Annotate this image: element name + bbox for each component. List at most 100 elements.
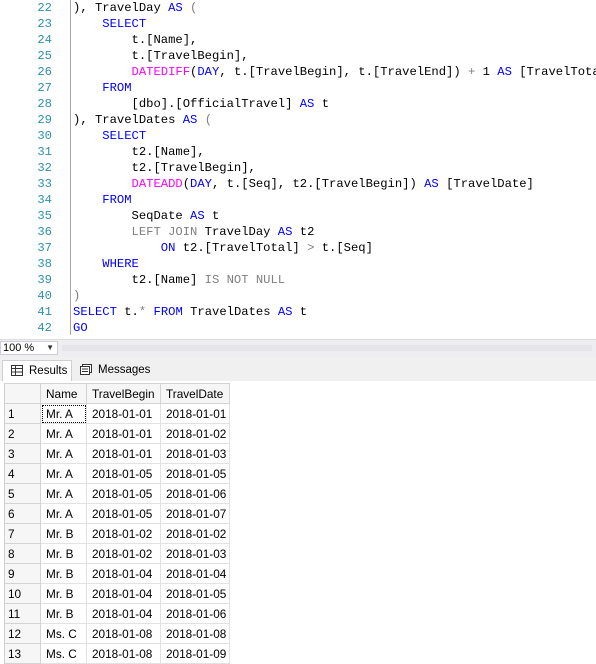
code-line[interactable]: 39 t2.[Name] IS NOT NULL — [0, 272, 596, 288]
zoom-dropdown[interactable]: 100 % ▼ — [0, 341, 58, 355]
tab-messages[interactable]: Messages — [72, 360, 154, 380]
table-row[interactable]: 13 Ms. C 2018-01-08 2018-01-09 — [4, 643, 230, 664]
code-line[interactable]: 24 t.[Name], — [0, 32, 596, 48]
grid-cell[interactable]: 2018-01-06 — [160, 483, 230, 504]
row-number-cell[interactable]: 6 — [4, 503, 41, 524]
table-row[interactable]: 10 Mr. B 2018-01-04 2018-01-05 — [4, 583, 230, 604]
code-line[interactable]: 35 SeqDate AS t — [0, 208, 596, 224]
code-line[interactable]: 32 t2.[TravelBegin], — [0, 160, 596, 176]
grid-cell[interactable]: Mr. A — [40, 443, 87, 464]
row-number-cell[interactable]: 7 — [4, 523, 41, 544]
chevron-down-icon[interactable]: ▼ — [46, 342, 54, 354]
row-number-cell[interactable]: 11 — [4, 603, 41, 624]
table-row[interactable]: 9 Mr. B 2018-01-04 2018-01-04 — [4, 563, 230, 584]
grid-cell[interactable]: 2018-01-05 — [86, 483, 161, 504]
sql-code-editor[interactable]: 22), TravelDay AS (23 SELECT 24 t.[Name],… — [0, 0, 596, 339]
row-number-cell[interactable]: 13 — [4, 643, 41, 664]
grid-cell[interactable]: 2018-01-04 — [86, 563, 161, 584]
code-line[interactable]: 40) — [0, 288, 596, 304]
grid-cell[interactable]: Mr. B — [40, 563, 87, 584]
code-line[interactable]: 31 t2.[Name], — [0, 144, 596, 160]
code-line[interactable]: 38 WHERE — [0, 256, 596, 272]
code-line[interactable]: 42 GO — [0, 320, 596, 336]
grid-cell[interactable]: Mr. B — [40, 603, 87, 624]
grid-cell[interactable]: 2018-01-07 — [160, 503, 230, 524]
row-number-cell[interactable]: 4 — [4, 463, 41, 484]
grid-cell[interactable]: 2018-01-03 — [160, 543, 230, 564]
horizontal-scrollbar[interactable] — [62, 345, 592, 351]
grid-cell[interactable]: 2018-01-09 — [160, 643, 230, 664]
code-line[interactable]: 41 SELECT t.* FROM TravelDates AS t — [0, 304, 596, 320]
table-row[interactable]: 8 Mr. B 2018-01-02 2018-01-03 — [4, 543, 230, 564]
row-number-cell[interactable]: 2 — [4, 423, 41, 444]
grid-cell[interactable]: Mr. A — [40, 463, 87, 484]
table-row[interactable]: 12 Ms. C 2018-01-08 2018-01-08 — [4, 623, 230, 644]
grid-cell[interactable]: 2018-01-02 — [86, 523, 161, 544]
code-line[interactable]: 37 ON t2.[TravelTotal] > t.[Seq] — [0, 240, 596, 256]
tab-results-label: Results — [29, 365, 68, 377]
line-number: 30 — [37, 129, 52, 143]
tab-results[interactable]: Results — [2, 360, 72, 381]
row-number-cell[interactable]: 12 — [4, 623, 41, 644]
grid-cell[interactable]: 2018-01-01 — [86, 403, 161, 424]
row-number-cell[interactable]: 3 — [4, 443, 41, 464]
grid-cell[interactable]: 2018-01-08 — [86, 643, 161, 664]
column-header-traveldate[interactable]: TravelDate — [160, 383, 230, 404]
code-line[interactable]: 33 DATEADD(DAY, t.[Seq], t2.[TravelBegin… — [0, 176, 596, 192]
code-line[interactable]: 34 FROM — [0, 192, 596, 208]
grid-cell[interactable]: 2018-01-05 — [160, 583, 230, 604]
table-row[interactable]: 7 Mr. B 2018-01-02 2018-01-02 — [4, 523, 230, 544]
grid-cell[interactable]: 2018-01-05 — [86, 503, 161, 524]
code-line[interactable]: 29), TravelDates AS ( — [0, 112, 596, 128]
grid-cell[interactable]: 2018-01-01 — [86, 443, 161, 464]
code-line[interactable]: 22), TravelDay AS ( — [0, 0, 596, 16]
grid-cell[interactable]: Mr. A — [40, 423, 87, 444]
code-line[interactable]: 27 FROM — [0, 80, 596, 96]
table-row[interactable]: 3 Mr. A 2018-01-01 2018-01-03 — [4, 443, 230, 464]
table-row[interactable]: 1 Mr. A 2018-01-01 2018-01-01 — [4, 403, 230, 424]
code-line[interactable]: 26 DATEDIFF(DAY, t.[TravelBegin], t.[Tra… — [0, 64, 596, 80]
column-header-travelbegin[interactable]: TravelBegin — [86, 383, 161, 404]
grid-cell[interactable]: 2018-01-05 — [160, 463, 230, 484]
grid-cell[interactable]: 2018-01-05 — [86, 463, 161, 484]
grid-cell[interactable]: Mr. B — [40, 523, 87, 544]
code-line[interactable]: 23 SELECT — [0, 16, 596, 32]
row-number-cell[interactable]: 5 — [4, 483, 41, 504]
grid-cell[interactable]: 2018-01-04 — [86, 603, 161, 624]
row-number-cell[interactable]: 9 — [4, 563, 41, 584]
row-number-cell[interactable]: 8 — [4, 543, 41, 564]
grid-cell[interactable]: 2018-01-04 — [86, 583, 161, 604]
code-line[interactable]: 30 SELECT — [0, 128, 596, 144]
code-line[interactable]: 28 [dbo].[OfficialTravel] AS t — [0, 96, 596, 112]
grid-cell[interactable]: Mr. B — [40, 583, 87, 604]
grid-cell[interactable]: 2018-01-06 — [160, 603, 230, 624]
table-row[interactable]: 2 Mr. A 2018-01-01 2018-01-02 — [4, 423, 230, 444]
grid-cell[interactable]: 2018-01-03 — [160, 443, 230, 464]
column-header-name[interactable]: Name — [40, 383, 87, 404]
grid-cell[interactable]: 2018-01-01 — [86, 423, 161, 444]
grid-cell[interactable]: 2018-01-08 — [86, 623, 161, 644]
grid-cell[interactable]: Mr. A — [40, 503, 87, 524]
table-row[interactable]: 11 Mr. B 2018-01-04 2018-01-06 — [4, 603, 230, 624]
results-grid: Name TravelBegin TravelDate 1 Mr. A 2018-0… — [4, 383, 230, 664]
grid-cell[interactable]: 2018-01-02 — [160, 523, 230, 544]
row-number-cell[interactable]: 10 — [4, 583, 41, 604]
table-row[interactable]: 4 Mr. A 2018-01-05 2018-01-05 — [4, 463, 230, 484]
line-number: 33 — [37, 177, 52, 191]
grid-cell[interactable]: 2018-01-04 — [160, 563, 230, 584]
grid-cell[interactable]: Mr. A — [40, 403, 87, 424]
code-line[interactable]: 25 t.[TravelBegin], — [0, 48, 596, 64]
code-line[interactable]: 36 LEFT JOIN TravelDay AS t2 — [0, 224, 596, 240]
grid-cell[interactable]: Mr. B — [40, 543, 87, 564]
table-row[interactable]: 5 Mr. A 2018-01-05 2018-01-06 — [4, 483, 230, 504]
table-row[interactable]: 6 Mr. A 2018-01-05 2018-01-07 — [4, 503, 230, 524]
row-number-cell[interactable]: 1 — [4, 403, 41, 424]
grid-cell[interactable]: Ms. C — [40, 643, 87, 664]
grid-cell[interactable]: Mr. A — [40, 483, 87, 504]
grid-cell[interactable]: 2018-01-02 — [160, 423, 230, 444]
grid-cell[interactable]: 2018-01-02 — [86, 543, 161, 564]
corner-header[interactable] — [4, 383, 41, 404]
grid-cell[interactable]: Ms. C — [40, 623, 87, 644]
grid-cell[interactable]: 2018-01-01 — [160, 403, 230, 424]
grid-cell[interactable]: 2018-01-08 — [160, 623, 230, 644]
